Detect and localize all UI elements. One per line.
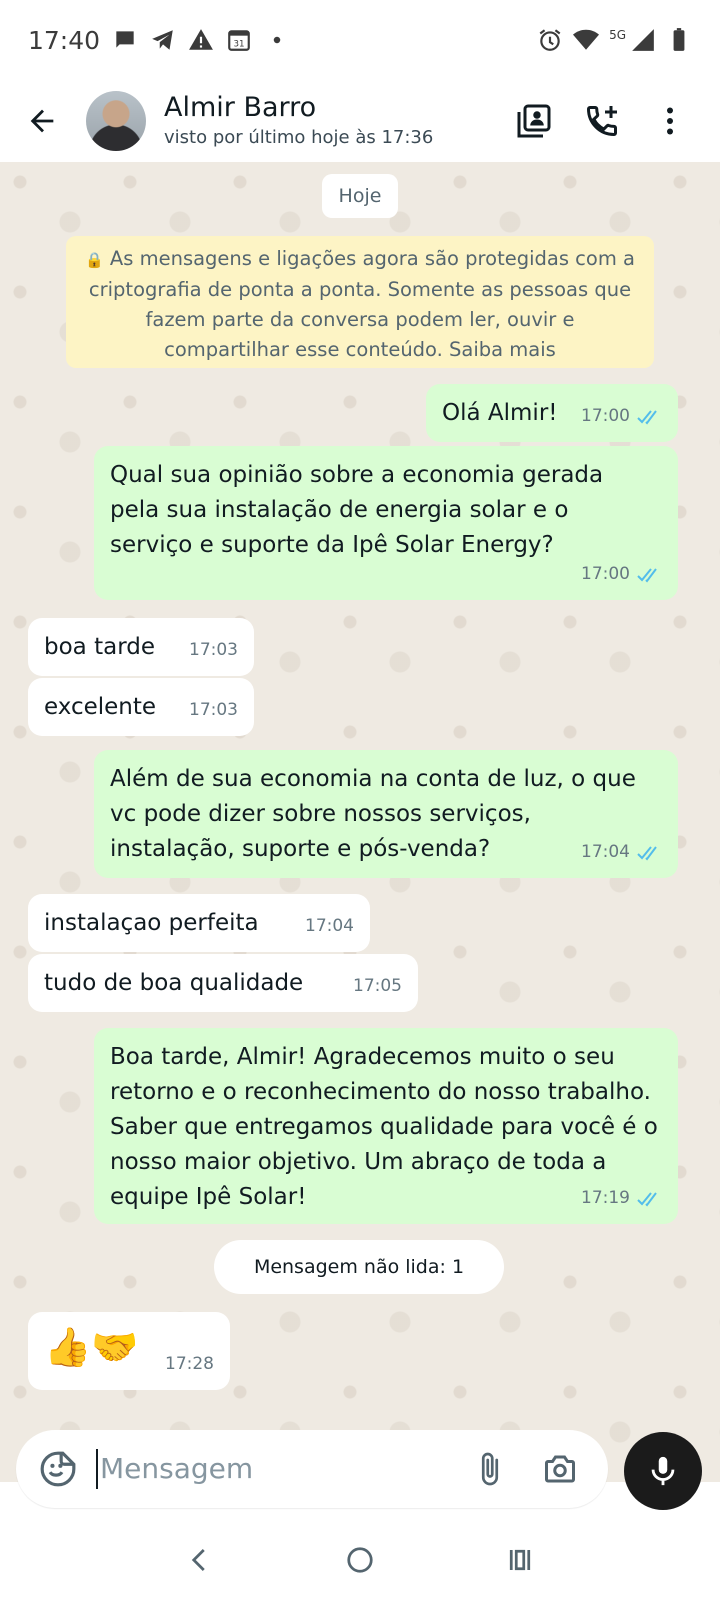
message-text: Qual sua opinião sobre a economia gerada… [110,462,604,558]
message-bubble-outgoing[interactable]: Boa tarde, Almir! Agradecemos muito o se… [94,1028,678,1224]
header-actions [514,101,690,141]
lock-icon: 🔒 [85,251,104,269]
message-meta: 17:05 [353,969,402,1004]
message-meta: 17:03 [189,693,238,728]
microphone-button[interactable] [624,1432,702,1510]
message-time: 17:00 [581,564,630,584]
contact-card-icon[interactable] [514,101,554,141]
message-meta: 17:19 [581,1181,664,1216]
message-bubble-incoming[interactable]: instalaçao perfeita 17:04 [28,894,370,952]
nav-recents-icon[interactable] [495,1535,545,1585]
message-emoji: 👍🤝 [44,1325,139,1369]
add-call-icon[interactable] [582,101,622,141]
message-time: 17:03 [189,640,238,660]
encryption-notice[interactable]: 🔒 As mensagens e ligações agora são prot… [66,236,654,368]
message-text: Olá Almir! [442,400,558,426]
chat-area[interactable]: Hoje 🔒 As mensagens e ligações agora são… [0,162,720,1482]
battery-icon [666,27,692,53]
wifi-icon [573,27,600,53]
back-arrow-icon[interactable] [12,91,72,151]
contact-avatar[interactable] [86,91,146,151]
encryption-notice-text: As mensagens e ligações agora são proteg… [88,247,635,361]
message-bubble-outgoing[interactable]: Além de sua economia na conta de luz, o … [94,750,678,878]
message-text: excelente [44,694,157,720]
message-time: 17:03 [189,700,238,720]
status-bar: 17:40 31 5G [0,0,720,80]
warning-icon [188,27,214,53]
system-nav-bar [0,1520,720,1600]
nav-home-icon[interactable] [335,1535,385,1585]
read-ticks-icon [637,409,657,425]
dot-icon [264,27,290,53]
chat-bubble-icon [112,27,138,53]
notification-icons: 31 [112,27,290,53]
last-seen-status: visto por último hoje às 17:36 [164,127,434,148]
sticker-emoji-icon[interactable] [36,1447,80,1491]
contact-name: Almir Barro [164,92,317,123]
contact-info[interactable]: Almir Barro visto por último hoje às 17:… [164,91,433,151]
date-chip: Hoje [322,174,398,218]
chat-header: Almir Barro visto por último hoje às 17:… [0,80,720,162]
read-ticks-icon [637,845,657,861]
network-type: 5G [609,28,626,42]
message-input[interactable]: Mensagem [96,1449,253,1489]
read-ticks-icon [637,567,657,583]
message-meta: 17:00 [581,557,664,592]
message-bubble-incoming[interactable]: boa tarde 17:03 [28,618,254,676]
message-time: 17:04 [305,916,354,936]
message-time: 17:28 [165,1354,214,1374]
read-ticks-icon [637,1191,657,1207]
message-time: 17:05 [353,976,402,996]
more-options-icon[interactable] [650,101,690,141]
nav-back-icon[interactable] [175,1535,225,1585]
message-meta: 17:04 [581,835,664,870]
microphone-icon [651,1456,675,1486]
alarm-icon [537,27,563,53]
message-text: boa tarde [44,634,155,660]
message-bubble-outgoing[interactable]: Qual sua opinião sobre a economia gerada… [94,446,678,600]
svg-text:31: 31 [234,40,245,50]
message-text: Além de sua economia na conta de luz, o … [110,766,636,862]
telegram-icon [150,27,176,53]
message-meta: 17:00 [581,399,664,434]
unread-messages-chip: Mensagem não lida: 1 [214,1240,504,1294]
message-text: tudo de boa qualidade [44,970,304,996]
camera-icon[interactable] [538,1447,582,1491]
message-time: 17:04 [581,842,630,862]
message-bubble-incoming[interactable]: excelente 17:03 [28,678,254,736]
message-meta: 17:28 [165,1347,214,1382]
message-time: 17:00 [581,406,630,426]
paperclip-icon[interactable] [468,1447,512,1491]
signal-icon [630,27,656,53]
system-icons: 5G [537,27,692,53]
message-meta: 17:04 [305,909,354,944]
status-time: 17:40 [28,25,101,55]
message-time: 17:19 [581,1188,630,1208]
message-input-box[interactable]: Mensagem [16,1430,608,1508]
calendar-icon: 31 [226,27,252,53]
message-meta: 17:03 [189,633,238,668]
message-bubble-incoming[interactable]: tudo de boa qualidade 17:05 [28,954,418,1012]
message-bubble-incoming[interactable]: 👍🤝 17:28 [28,1312,230,1390]
message-text: instalaçao perfeita [44,910,259,936]
message-text: Boa tarde, Almir! Agradecemos muito o se… [110,1044,658,1210]
message-composer: Mensagem [0,1420,720,1520]
message-bubble-outgoing[interactable]: Olá Almir! 17:00 [426,384,678,442]
